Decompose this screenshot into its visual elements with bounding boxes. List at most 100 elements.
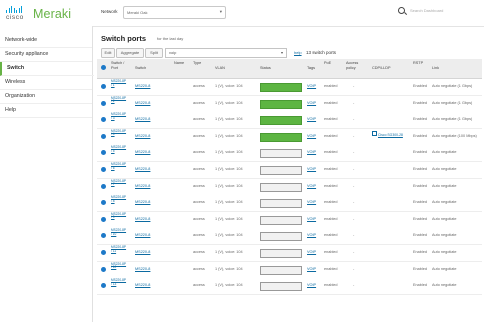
col-rstp[interactable]: RSTP — [413, 61, 423, 66]
row-select-icon[interactable] — [101, 250, 106, 255]
edit-button[interactable]: Edit — [101, 48, 115, 58]
tag-link[interactable]: VOIP — [307, 150, 316, 154]
status-bar[interactable] — [260, 99, 302, 109]
col-status[interactable]: Status — [260, 66, 271, 71]
status-bar[interactable] — [260, 232, 302, 242]
port-link[interactable]: MS220-8P / 13 — [111, 278, 127, 286]
col-tags[interactable]: Tags — [307, 66, 315, 71]
port-link[interactable]: MS220-8P / 6 — [111, 162, 127, 170]
sidebar-item-switch[interactable]: Switch — [0, 62, 94, 76]
status-bar[interactable] — [260, 249, 302, 258]
switch-link[interactable]: MS220-8 — [135, 283, 150, 287]
table-row[interactable]: MS220-8P / 9 MS220-8 access 1 (V), voice: 1… — [97, 211, 482, 229]
table-row[interactable]: MS220-8P / 10 MS220-8 access 1 (V), voice: … — [97, 228, 482, 246]
port-link[interactable]: MS220-8P / 1 — [111, 79, 127, 87]
row-select-icon[interactable] — [101, 266, 106, 272]
port-link[interactable]: MS220-8P / 7 — [111, 179, 127, 187]
tag-link[interactable]: VOIP — [307, 250, 316, 254]
sidebar-item-wireless[interactable]: Wireless — [0, 76, 92, 90]
sidebar-item-help[interactable]: Help — [0, 104, 92, 118]
tag-link[interactable]: VOIP — [307, 200, 316, 204]
port-link[interactable]: MS220-8P / 9 — [111, 212, 127, 220]
col-port[interactable]: Switch / Port — [111, 61, 129, 70]
switch-link[interactable]: MS220-8 — [135, 250, 150, 254]
tag-link[interactable]: VOIP — [307, 184, 316, 188]
table-row[interactable]: MS220-8P / 6 MS220-8 access 1 (V), voice: 1… — [97, 162, 482, 179]
port-link[interactable]: MS220-8P / 3 — [111, 112, 127, 120]
row-select-icon[interactable] — [101, 117, 106, 123]
table-row[interactable]: MS220-8P / 4 MS220-8 access 1 (V), voice: 1… — [97, 128, 482, 146]
port-link[interactable]: MS220-8P / 12 — [111, 262, 127, 270]
switch-link[interactable]: MS220-8 — [135, 134, 150, 138]
aggregate-button[interactable]: Aggregate — [116, 48, 144, 58]
switch-link[interactable]: MS220-8 — [135, 267, 150, 271]
status-bar[interactable] — [260, 182, 302, 192]
switch-link[interactable]: MS220-8 — [135, 167, 150, 171]
row-select-icon[interactable] — [101, 183, 106, 189]
split-button[interactable]: Split — [145, 48, 163, 58]
lldp-neighbor-link[interactable]: Cisco SG300-28 — [372, 130, 403, 138]
tag-link[interactable]: VOIP — [307, 267, 316, 271]
status-bar[interactable] — [260, 265, 302, 275]
tag-link[interactable]: VOIP — [307, 167, 316, 171]
status-bar[interactable] — [260, 116, 302, 126]
port-link[interactable]: MS220-8P / 8 — [111, 195, 127, 203]
port-link[interactable]: MS220-8P / 2 — [111, 96, 127, 104]
select-all-icon[interactable] — [101, 65, 106, 70]
switch-link[interactable]: MS220-8 — [135, 117, 150, 121]
table-row[interactable]: MS220-8P / 13 MS220-8 access 1 (V), voice: … — [97, 278, 482, 296]
tag-link[interactable]: VOIP — [307, 134, 316, 138]
port-link[interactable]: MS220-8P / 11 — [111, 245, 127, 253]
col-name[interactable]: Name — [174, 61, 190, 66]
col-vlan[interactable]: VLAN — [215, 66, 225, 71]
tag-link[interactable]: VOIP — [307, 84, 316, 88]
row-select-icon[interactable] — [101, 150, 106, 156]
sidebar-item-network-wide[interactable]: Network-wide — [0, 34, 92, 48]
switch-link[interactable]: MS220-8 — [135, 101, 150, 105]
tag-link[interactable]: VOIP — [307, 283, 316, 287]
port-filter-input[interactable]: voip ▾ — [165, 48, 287, 58]
col-access-policy[interactable]: Access policy — [346, 61, 366, 70]
search-box[interactable]: Search Dashboard — [398, 6, 478, 17]
switch-link[interactable]: MS220-8 — [135, 200, 150, 204]
row-select-icon[interactable] — [101, 133, 106, 139]
col-link[interactable]: Link — [432, 66, 439, 71]
row-select-icon[interactable] — [101, 233, 106, 239]
status-bar[interactable] — [260, 282, 302, 292]
row-select-icon[interactable] — [101, 200, 106, 206]
row-select-icon[interactable] — [101, 167, 106, 172]
port-link[interactable]: MS220-8P / 4 — [111, 129, 127, 137]
port-link[interactable]: MS220-8P / 5 — [111, 146, 127, 153]
status-bar[interactable] — [260, 132, 302, 142]
tag-link[interactable]: VOIP — [307, 217, 316, 221]
table-row[interactable]: MS220-8P / 3 MS220-8 access 1 (V), voice: 1… — [97, 112, 482, 130]
status-bar[interactable] — [260, 199, 302, 209]
switch-link[interactable]: MS220-8 — [135, 233, 150, 237]
row-select-icon[interactable] — [101, 84, 106, 89]
network-select[interactable]: Meraki Oak ▾ — [123, 6, 226, 19]
sidebar-item-organization[interactable]: Organization — [0, 90, 92, 104]
help-link[interactable]: help — [294, 50, 302, 55]
table-row[interactable]: MS220-8P / 5 MS220-8 access 1 (V), voice: 1… — [97, 145, 482, 163]
tag-link[interactable]: VOIP — [307, 233, 316, 237]
tag-link[interactable]: VOIP — [307, 101, 316, 105]
tag-link[interactable]: VOIP — [307, 117, 316, 121]
switch-link[interactable]: MS220-8 — [135, 217, 150, 221]
time-range[interactable]: for the last day — [157, 36, 183, 41]
sidebar-item-security-appliance[interactable]: Security appliance — [0, 48, 92, 62]
switch-link[interactable]: MS220-8 — [135, 84, 150, 88]
table-row[interactable]: MS220-8P / 12 MS220-8 access 1 (V), voice: … — [97, 261, 482, 279]
table-row[interactable]: MS220-8P / 2 MS220-8 access 1 (V), voice: 1… — [97, 95, 482, 113]
row-select-icon[interactable] — [101, 100, 106, 106]
col-poe[interactable]: PoE — [324, 61, 331, 66]
status-bar[interactable] — [260, 166, 302, 175]
col-type[interactable]: Type — [193, 61, 207, 66]
table-row[interactable]: MS220-8P / 11 MS220-8 access 1 (V), voice: … — [97, 245, 482, 262]
port-link[interactable]: MS220-8P / 10 — [111, 229, 127, 236]
table-row[interactable]: MS220-8P / 8 MS220-8 access 1 (V), voice: 1… — [97, 195, 482, 213]
table-row[interactable]: MS220-8P / 1 MS220-8 access 1 (V), voice: 1… — [97, 79, 482, 96]
switch-link[interactable]: MS220-8 — [135, 150, 150, 154]
status-bar[interactable] — [260, 149, 302, 159]
status-bar[interactable] — [260, 83, 302, 92]
col-cdp-lldp[interactable]: CDP/LLDP — [372, 66, 391, 71]
